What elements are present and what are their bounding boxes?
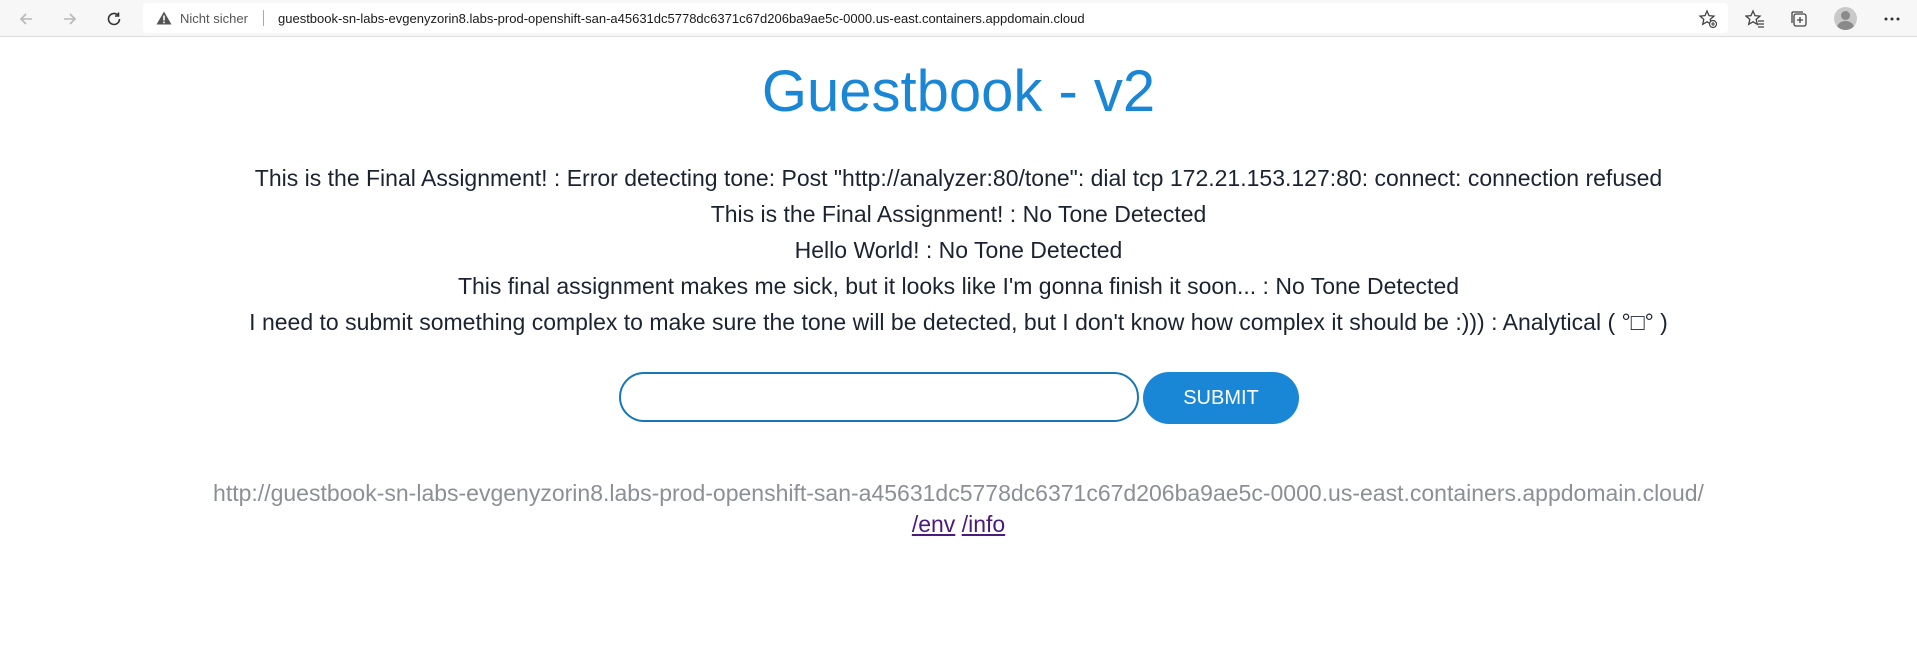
- forward-button[interactable]: [55, 4, 85, 34]
- security-label[interactable]: Nicht sicher: [180, 11, 248, 26]
- guestbook-entries: This is the Final Assignment! : Error de…: [0, 160, 1917, 340]
- address-separator: [263, 10, 264, 26]
- guestbook-entry: This final assignment makes me sick, but…: [457, 273, 1460, 299]
- add-favorite-icon[interactable]: [1698, 9, 1718, 29]
- guestbook-entry: Hello World! : No Tone Detected: [794, 237, 1123, 263]
- reload-button[interactable]: [99, 4, 129, 34]
- url-text[interactable]: guestbook-sn-labs-evgenyzorin8.labs-prod…: [278, 11, 1085, 26]
- back-arrow-icon: [19, 13, 32, 25]
- favorites-button[interactable]: [1740, 4, 1770, 34]
- avatar-head: [1841, 11, 1850, 20]
- more-menu-button[interactable]: [1877, 4, 1907, 34]
- browser-toolbar: Nicht sicher guestbook-sn-labs-evgenyzor…: [0, 0, 1917, 37]
- collections-button[interactable]: [1784, 4, 1814, 34]
- warning-icon: [156, 11, 172, 25]
- guestbook-entry: I need to submit something complex to ma…: [249, 309, 1668, 335]
- favorites-icon: [1745, 9, 1764, 28]
- profile-avatar[interactable]: [1834, 7, 1857, 30]
- env-link[interactable]: /env: [912, 511, 955, 537]
- avatar-body: [1837, 21, 1854, 30]
- reload-icon: [107, 12, 121, 26]
- more-menu-icon: [1884, 17, 1900, 21]
- page-title: Guestbook - v2: [761, 59, 1156, 124]
- guestbook-entry: This is the Final Assignment! : No Tone …: [710, 201, 1207, 227]
- submit-button[interactable]: SUBMIT: [1143, 372, 1299, 424]
- address-bar[interactable]: Nicht sicher guestbook-sn-labs-evgenyzor…: [143, 3, 1728, 33]
- info-link[interactable]: /info: [962, 511, 1005, 537]
- guestbook-entry-input[interactable]: [619, 372, 1139, 422]
- collections-icon: [1791, 11, 1807, 27]
- forward-arrow-icon: [64, 13, 77, 25]
- server-url: http://guestbook-sn-labs-evgenyzorin8.la…: [213, 480, 1704, 506]
- guestbook-entry: This is the Final Assignment! : Error de…: [254, 165, 1663, 191]
- back-button[interactable]: [11, 4, 41, 34]
- info-links: /env /info: [0, 511, 1917, 538]
